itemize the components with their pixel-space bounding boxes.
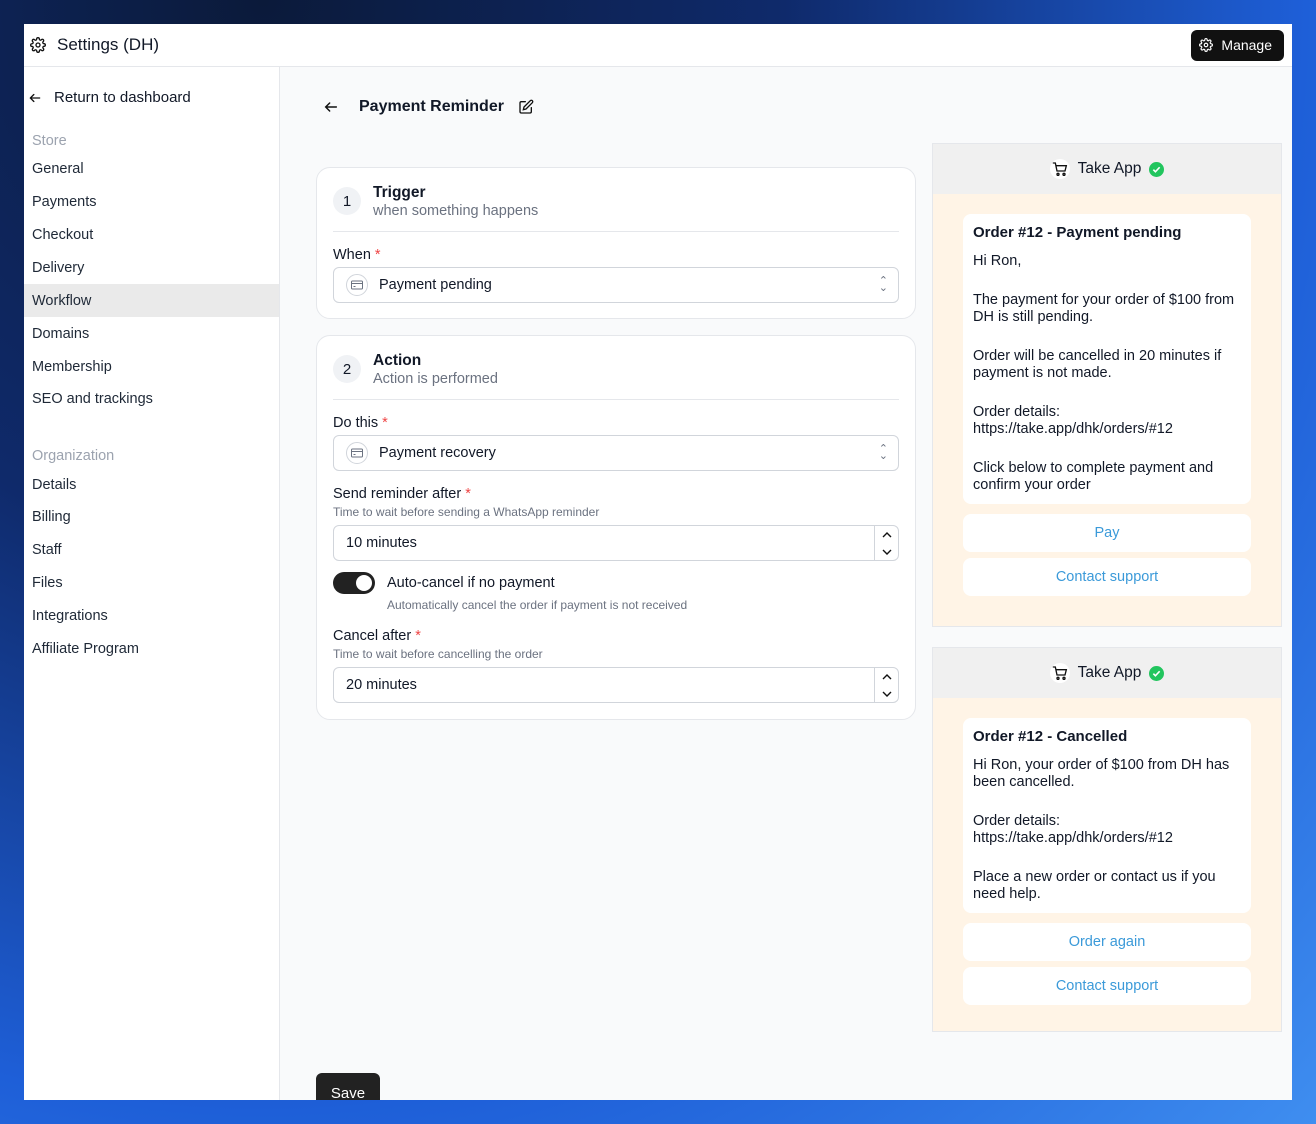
message-line: Order will be cancelled in 20 minutes if… xyxy=(973,348,1222,381)
credit-card-icon xyxy=(346,442,368,464)
step-number: 2 xyxy=(333,355,361,383)
message-line: Hi Ron, your order of $100 from DH has b… xyxy=(973,757,1230,790)
contact-support-button[interactable]: Contact support xyxy=(963,967,1251,1005)
message-bubble: Order #12 - Payment pending Hi Ron, The … xyxy=(963,214,1251,504)
sidebar-item-domains[interactable]: Domains xyxy=(24,317,279,350)
message-line: The payment for your order of $100 from … xyxy=(973,292,1235,325)
edit-icon[interactable] xyxy=(518,99,534,115)
sidebar-item-billing[interactable]: Billing xyxy=(24,500,279,533)
sidebar-item-workflow[interactable]: Workflow xyxy=(24,284,279,317)
manage-button[interactable]: Manage xyxy=(1191,29,1284,61)
chevron-updown-icon: ⌃ ⌄ xyxy=(878,443,888,462)
organization-section-heading: Organization xyxy=(32,448,115,464)
auto-cancel-label: Auto-cancel if no payment xyxy=(387,575,555,591)
chevron-up-icon[interactable] xyxy=(875,526,898,543)
cancel-after-help: Time to wait before cancelling the order xyxy=(333,647,543,661)
save-button[interactable]: Save xyxy=(316,1073,380,1100)
message-bubble: Order #12 - Cancelled Hi Ron, your order… xyxy=(963,718,1251,913)
when-select[interactable]: Payment pending ⌃ ⌄ xyxy=(333,267,899,303)
preview-header: Take App xyxy=(933,648,1281,698)
verified-icon xyxy=(1149,161,1165,177)
reminder-label: Send reminder after * xyxy=(333,486,471,502)
whatsapp-preview-cancelled: Take App Order #12 - Cancelled Hi Ron, y… xyxy=(932,647,1282,1032)
cancel-after-value: 20 minutes xyxy=(346,677,417,693)
message-line: Order details: https://take.app/dhk/orde… xyxy=(973,404,1173,437)
reminder-stepper[interactable] xyxy=(874,526,898,560)
sender-name: Take App xyxy=(1077,664,1142,681)
order-again-button[interactable]: Order again xyxy=(963,923,1251,961)
auto-cancel-toggle[interactable] xyxy=(333,572,375,594)
main-content: Payment Reminder 1 Trigger when somethin… xyxy=(281,67,1292,1100)
sidebar: Return to dashboard Store General Paymen… xyxy=(24,67,280,1100)
sidebar-item-membership[interactable]: Membership xyxy=(24,350,279,383)
message-line: Click below to complete payment and conf… xyxy=(973,460,1214,493)
sidebar-item-general[interactable]: General xyxy=(24,152,279,185)
sidebar-item-payments[interactable]: Payments xyxy=(24,185,279,218)
message-title: Order #12 - Cancelled xyxy=(973,728,1128,745)
gear-icon xyxy=(30,37,46,53)
trigger-card: 1 Trigger when something happens When * … xyxy=(316,167,916,319)
message-line: Order details: https://take.app/dhk/orde… xyxy=(973,813,1173,846)
cancel-after-stepper[interactable] xyxy=(874,668,898,702)
reminder-input[interactable]: 10 minutes xyxy=(333,525,899,561)
page-title: Payment Reminder xyxy=(359,98,504,115)
sidebar-item-checkout[interactable]: Checkout xyxy=(24,218,279,251)
chevron-up-icon[interactable] xyxy=(875,668,898,685)
cancel-after-label: Cancel after * xyxy=(333,628,421,644)
message-title: Order #12 - Payment pending xyxy=(973,224,1182,241)
trigger-subtitle: when something happens xyxy=(373,203,539,219)
sender-name: Take App xyxy=(1077,160,1142,177)
divider xyxy=(333,399,899,400)
chevron-updown-icon: ⌃ ⌄ xyxy=(878,275,888,294)
do-this-label: Do this * xyxy=(333,415,388,431)
credit-card-icon xyxy=(346,274,368,296)
divider xyxy=(333,231,899,232)
cart-icon xyxy=(1049,159,1070,179)
auto-cancel-help: Automatically cancel the order if paymen… xyxy=(387,598,688,612)
sidebar-item-details[interactable]: Details xyxy=(24,468,279,501)
do-this-select[interactable]: Payment recovery ⌃ ⌄ xyxy=(333,435,899,471)
sidebar-item-staff[interactable]: Staff xyxy=(24,533,279,566)
chevron-down-icon[interactable] xyxy=(875,543,898,560)
sidebar-item-files[interactable]: Files xyxy=(24,566,279,599)
return-to-dashboard-link[interactable]: Return to dashboard xyxy=(28,89,191,106)
contact-support-button[interactable]: Contact support xyxy=(963,558,1251,596)
preview-header: Take App xyxy=(933,144,1281,194)
reminder-help: Time to wait before sending a WhatsApp r… xyxy=(333,505,600,519)
message-line: Place a new order or contact us if you n… xyxy=(973,869,1216,902)
action-subtitle: Action is performed xyxy=(373,371,498,387)
do-this-value: Payment recovery xyxy=(379,445,496,461)
arrow-left-icon xyxy=(28,91,42,105)
trigger-title: Trigger xyxy=(373,184,426,201)
step-number: 1 xyxy=(333,187,361,215)
return-label: Return to dashboard xyxy=(54,89,191,106)
app-window: Settings (DH) Manage Return to dashboard… xyxy=(24,24,1292,1100)
back-arrow-icon[interactable] xyxy=(323,99,339,115)
whatsapp-preview-pending: Take App Order #12 - Payment pending Hi … xyxy=(932,143,1282,627)
when-value: Payment pending xyxy=(379,277,492,293)
chevron-down-icon[interactable] xyxy=(875,685,898,702)
verified-icon xyxy=(1149,665,1165,681)
top-bar: Settings (DH) Manage xyxy=(24,24,1292,67)
store-section-heading: Store xyxy=(32,133,67,149)
reminder-value: 10 minutes xyxy=(346,535,417,551)
page-header: Payment Reminder xyxy=(323,98,534,116)
message-line: Hi Ron, xyxy=(973,253,1022,269)
settings-title: Settings (DH) xyxy=(57,35,160,54)
sidebar-item-delivery[interactable]: Delivery xyxy=(24,251,279,284)
gear-icon xyxy=(1199,38,1214,52)
action-card: 2 Action Action is performed Do this * P… xyxy=(316,335,916,720)
manage-label: Manage xyxy=(1221,37,1272,53)
sidebar-item-affiliate[interactable]: Affiliate Program xyxy=(24,632,279,665)
pay-button[interactable]: Pay xyxy=(963,514,1251,552)
sidebar-item-seo[interactable]: SEO and trackings xyxy=(24,382,279,415)
cart-icon xyxy=(1049,663,1070,683)
cancel-after-input[interactable]: 20 minutes xyxy=(333,667,899,703)
action-title: Action xyxy=(373,352,422,369)
when-label: When * xyxy=(333,247,381,263)
sidebar-item-integrations[interactable]: Integrations xyxy=(24,599,279,632)
